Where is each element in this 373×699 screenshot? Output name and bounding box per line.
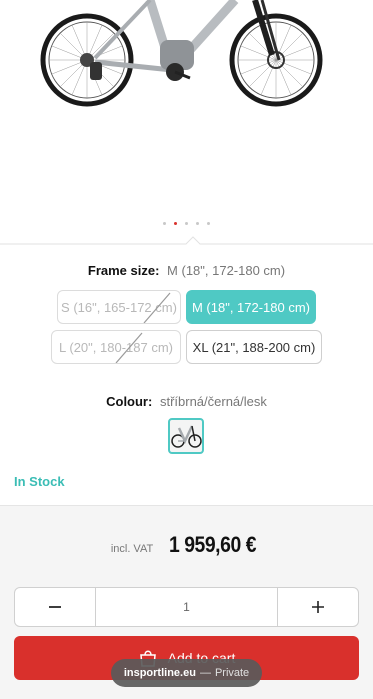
- section-divider: [0, 236, 373, 245]
- size-option-s[interactable]: S (16", 165-172 cm): [57, 290, 181, 324]
- carousel-dot[interactable]: [207, 222, 210, 225]
- frame-size-row: Frame size: M (18", 172-180 cm): [0, 263, 373, 278]
- quantity-decrease-button[interactable]: [15, 588, 96, 626]
- product-image[interactable]: [0, 0, 373, 236]
- size-option-l[interactable]: L (20", 180-187 cm): [51, 330, 181, 364]
- quantity-input[interactable]: 1: [96, 588, 277, 626]
- price-amount: 1 959,60 €: [169, 532, 257, 557]
- minus-icon: [49, 606, 61, 608]
- carousel-dots: [0, 222, 373, 225]
- price-row: incl. VAT 1 959,60 €: [0, 532, 373, 558]
- plus-icon: [312, 601, 324, 613]
- size-option-m[interactable]: M (18", 172-180 cm): [186, 290, 316, 324]
- size-option-label: M (18", 172-180 cm): [191, 299, 311, 315]
- size-option-label: XL (21", 188-200 cm): [192, 339, 316, 355]
- size-option-xl[interactable]: XL (21", 188-200 cm): [186, 330, 322, 364]
- frame-size-label: Frame size:: [87, 263, 160, 278]
- colour-value: stříbrná/černá/lesk: [159, 394, 267, 409]
- unavailable-strike: [143, 292, 171, 323]
- stock-status: In Stock: [14, 474, 65, 489]
- frame-size-value: M (18", 172-180 cm): [167, 263, 286, 278]
- vat-label: incl. VAT: [110, 543, 154, 555]
- browser-domain: insportline.eu: [123, 667, 196, 679]
- carousel-dot[interactable]: [185, 222, 188, 225]
- unavailable-strike: [115, 332, 143, 363]
- carousel-dot[interactable]: [163, 222, 166, 225]
- browser-url-pill[interactable]: insportline.eu — Private: [111, 659, 262, 687]
- carousel-dot-active[interactable]: [174, 222, 177, 225]
- colour-row: Colour: stříbrná/černá/lesk: [0, 394, 373, 409]
- carousel-dot[interactable]: [196, 222, 199, 225]
- quantity-increase-button[interactable]: [277, 588, 358, 626]
- quantity-stepper: 1: [14, 587, 359, 627]
- browser-private-label: Private: [214, 667, 250, 679]
- colour-label: Colour:: [106, 394, 153, 409]
- browser-separator: —: [199, 667, 211, 679]
- bike-illustration: [40, 0, 323, 107]
- colour-swatch[interactable]: [168, 418, 204, 454]
- bike-thumbnail: [171, 425, 202, 448]
